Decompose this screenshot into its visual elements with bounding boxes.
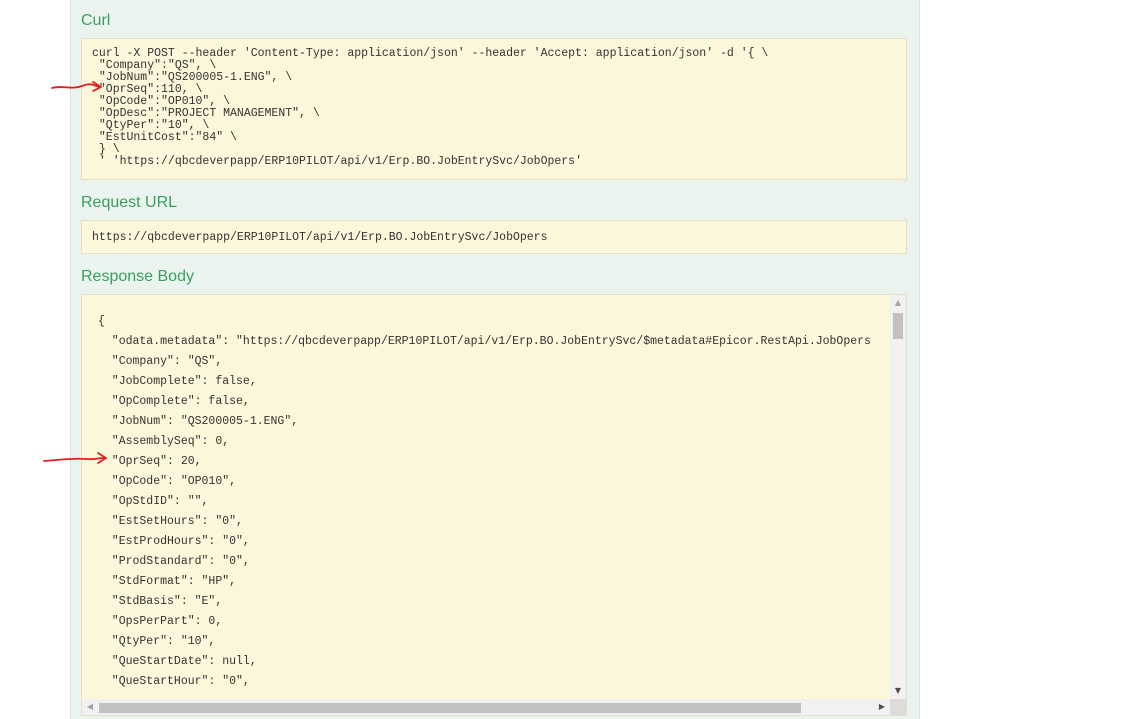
response-line: "JobNum": "QS200005-1.ENG",	[98, 415, 299, 428]
curl-code-block[interactable]: curl -X POST --header 'Content-Type: app…	[81, 38, 907, 180]
curl-line: "EstUnitCost":"84" \	[92, 131, 237, 144]
request-url-heading: Request URL	[81, 194, 178, 211]
scroll-up-icon[interactable]: ▲	[890, 295, 906, 311]
response-line: "StdBasis": "E",	[98, 595, 223, 608]
annotation-arrow-stroke	[51, 83, 101, 89]
response-line: "OpsPerPart": 0,	[98, 615, 223, 628]
response-line-oprseq: "OprSeq": 20,	[98, 455, 202, 468]
response-body-box[interactable]: { "odata.metadata": "https://qbcdeverpap…	[81, 294, 907, 716]
annotation-arrow-icon	[43, 452, 107, 464]
scroll-right-icon[interactable]: ▶	[874, 699, 890, 715]
response-line: "OpComplete": false,	[98, 395, 250, 408]
response-line: "JobComplete": false,	[98, 375, 257, 388]
response-line: "EstProdHours": "0",	[98, 535, 250, 548]
curl-heading: Curl	[81, 12, 111, 29]
vertical-scrollbar[interactable]: ▲ ▼	[890, 295, 906, 699]
api-response-panel: Curl curl -X POST --header 'Content-Type…	[70, 0, 920, 719]
curl-line: ' 'https://qbcdeverpapp/ERP10PILOT/api/v…	[92, 155, 582, 168]
response-line: "QueStartDate": null,	[98, 655, 257, 668]
scroll-left-icon[interactable]: ◀	[82, 699, 98, 715]
annotation-arrow-stroke	[43, 456, 107, 462]
response-line: "AssemblySeq": 0,	[98, 435, 230, 448]
response-body-heading: Response Body	[81, 268, 194, 285]
scrollbar-corner	[890, 699, 906, 715]
horizontal-scrollbar[interactable]: ◀ ▶	[82, 699, 890, 715]
horizontal-scroll-thumb[interactable]	[99, 703, 801, 713]
request-url-box[interactable]: https://qbcdeverpapp/ERP10PILOT/api/v1/E…	[81, 220, 907, 254]
response-line: "OpCode": "OP010",	[98, 475, 237, 488]
response-line: "Company": "QS",	[98, 355, 223, 368]
response-line: "StdFormat": "HP",	[98, 575, 237, 588]
response-line: "ProdStandard": "0",	[98, 555, 250, 568]
response-line: "OpStdID": "",	[98, 495, 209, 508]
annotation-arrow-icon	[51, 81, 102, 92]
response-line: "EstSetHours": "0",	[98, 515, 243, 528]
response-body-content: { "odata.metadata": "https://qbcdeverpap…	[82, 295, 890, 699]
vertical-scroll-thumb[interactable]	[893, 313, 903, 339]
curl-line: "OpDesc":"PROJECT MANAGEMENT", \	[92, 107, 320, 120]
response-line: "QueStartHour": "0",	[98, 675, 250, 688]
response-line: "QtyPer": "10",	[98, 635, 216, 648]
response-line: "odata.metadata": "https://qbcdeverpapp/…	[98, 335, 871, 348]
curl-line: "JobNum":"QS200005-1.ENG", \	[92, 71, 293, 84]
scroll-down-icon[interactable]: ▼	[890, 683, 906, 699]
response-line: {	[98, 315, 105, 328]
